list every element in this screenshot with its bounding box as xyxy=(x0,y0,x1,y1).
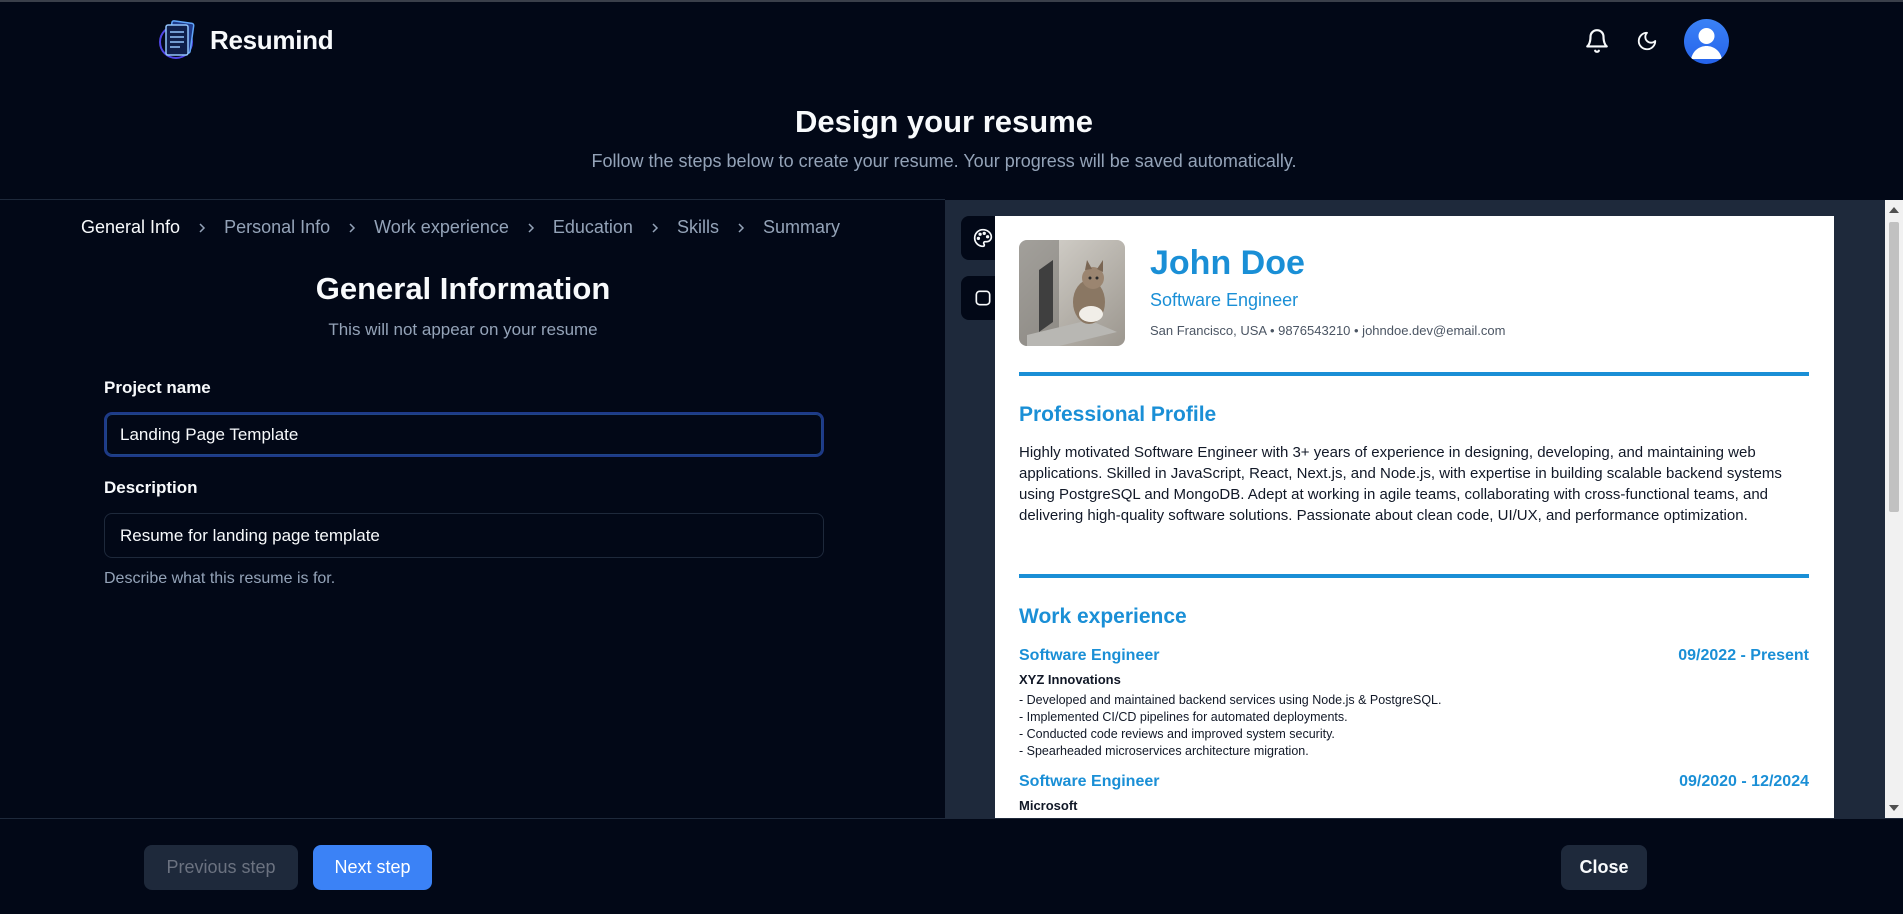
page-title: Design your resume xyxy=(794,104,1094,139)
resume-name: John Doe xyxy=(1150,244,1305,282)
description-label: Description xyxy=(104,478,198,497)
section-divider xyxy=(1019,574,1809,578)
work-bullet: - Implemented CI/CD pipelines for automa… xyxy=(1019,710,1348,724)
work-dates: 09/2022 - Present xyxy=(1678,647,1809,664)
work-bullet: - Spearheaded microservices architecture… xyxy=(1019,744,1309,758)
scroll-down-arrow[interactable] xyxy=(1889,805,1899,811)
work-bullet: - Conducted code reviews and improved sy… xyxy=(1019,727,1335,741)
work-heading: Work experience xyxy=(1019,605,1187,628)
step-breadcrumb: General Info Personal Info Work experien… xyxy=(81,217,840,238)
close-button[interactable]: Close xyxy=(1561,845,1647,890)
resume-paper: John Doe Software Engineer San Francisco… xyxy=(995,216,1834,818)
cat-with-laptop-image xyxy=(1019,240,1125,346)
work-company: Microsoft xyxy=(1019,798,1078,813)
project-name-label: Project name xyxy=(104,378,211,397)
app-logo[interactable]: Resumind xyxy=(158,18,334,62)
resume-contact: San Francisco, USA • 9876543210 • johndo… xyxy=(1150,323,1506,338)
description-hint: Describe what this resume is for. xyxy=(104,570,336,587)
chevron-right-icon xyxy=(735,222,747,234)
form-subtitle: This will not appear on your resume xyxy=(328,320,598,339)
step-summary[interactable]: Summary xyxy=(763,217,840,238)
work-bullets: - Developed and maintained backend servi… xyxy=(1019,692,1441,760)
divider xyxy=(0,199,945,200)
work-dates: 09/2020 - 12/2024 xyxy=(1679,773,1809,790)
profile-heading: Professional Profile xyxy=(1019,403,1217,426)
work-company: XYZ Innovations xyxy=(1019,672,1121,687)
step-education[interactable]: Education xyxy=(553,217,633,238)
previous-step-button[interactable]: Previous step xyxy=(144,845,298,890)
app-name: Resumind xyxy=(210,24,334,55)
chevron-right-icon xyxy=(346,222,358,234)
scroll-up-arrow[interactable] xyxy=(1889,207,1899,213)
step-skills[interactable]: Skills xyxy=(677,217,719,238)
bell-icon[interactable] xyxy=(1584,28,1610,54)
user-avatar[interactable] xyxy=(1684,19,1729,64)
page-subtitle: Follow the steps below to create your re… xyxy=(591,151,1297,171)
form-title: General Information xyxy=(315,271,611,306)
palette-icon xyxy=(973,228,993,248)
top-navbar: Resumind xyxy=(0,2,1903,76)
preview-scrollbar[interactable] xyxy=(1885,200,1903,818)
chevron-right-icon xyxy=(196,222,208,234)
next-step-button[interactable]: Next step xyxy=(313,845,432,890)
chevron-right-icon xyxy=(525,222,537,234)
work-role: Software Engineer xyxy=(1019,773,1160,790)
chevron-right-icon xyxy=(649,222,661,234)
description-input[interactable] xyxy=(104,513,824,558)
moon-icon[interactable] xyxy=(1636,30,1658,52)
step-personal-info[interactable]: Personal Info xyxy=(224,217,330,238)
profile-text: Highly motivated Software Engineer with … xyxy=(1019,444,1782,524)
footer-bar: Previous step Next step Close xyxy=(0,818,1903,914)
step-general-info[interactable]: General Info xyxy=(81,217,180,238)
work-bullet: - Developed and maintained backend servi… xyxy=(1019,693,1442,707)
resume-job-title: Software Engineer xyxy=(1150,290,1299,310)
profile-photo xyxy=(1019,240,1125,346)
step-work-experience[interactable]: Work experience xyxy=(374,217,509,238)
scrollbar-thumb[interactable] xyxy=(1889,222,1899,512)
section-divider xyxy=(1019,372,1809,376)
logo-icon xyxy=(159,20,195,59)
work-role: Software Engineer xyxy=(1019,647,1160,664)
project-name-input[interactable] xyxy=(104,412,824,457)
square-icon xyxy=(975,290,991,306)
user-icon xyxy=(1691,28,1722,59)
